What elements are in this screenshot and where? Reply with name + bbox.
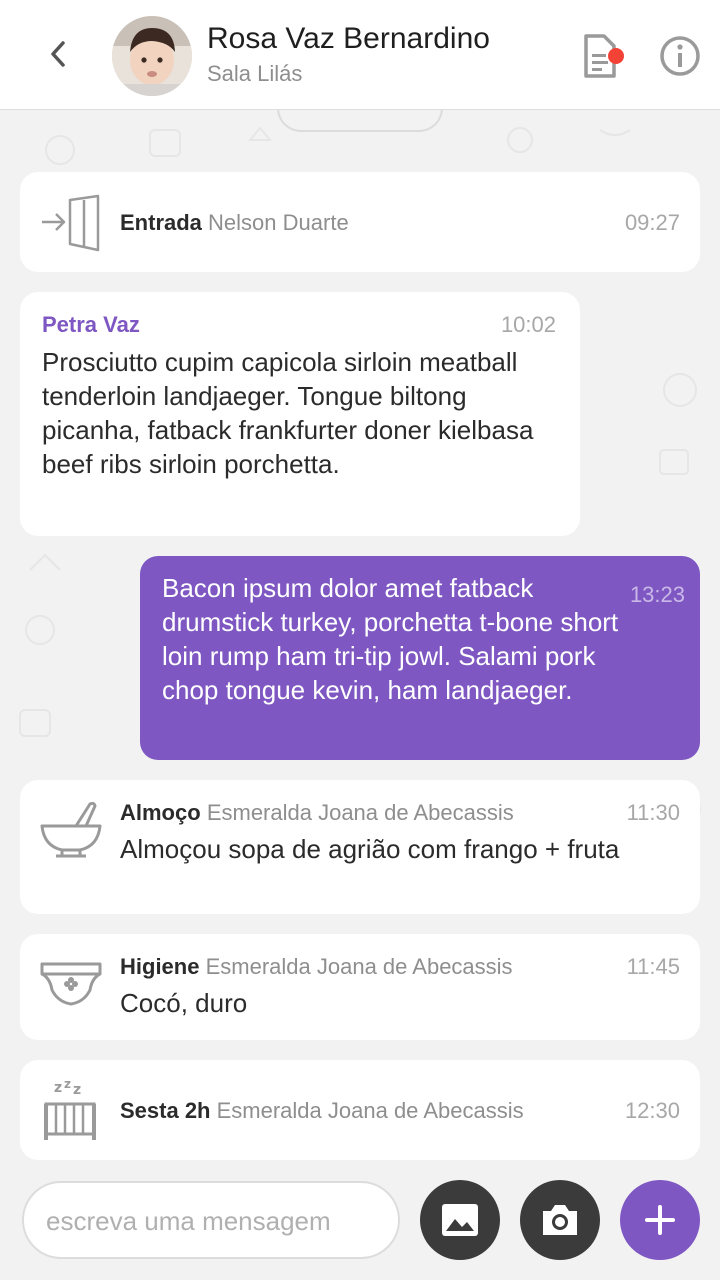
message-input[interactable] xyxy=(46,1203,386,1239)
plus-icon xyxy=(645,1205,675,1235)
svg-text:z: z xyxy=(54,1080,62,1096)
event-sesta[interactable]: z z z Sesta 2h Esmeralda Joana de Abecas… xyxy=(20,1060,700,1160)
event-description: Cocó, duro xyxy=(120,988,248,1018)
camera-icon xyxy=(543,1205,577,1235)
document-icon xyxy=(584,34,624,78)
svg-text:z: z xyxy=(64,1078,71,1091)
incoming-message[interactable]: Petra Vaz 10:02 Prosciutto cupim capicol… xyxy=(20,292,580,536)
event-higiene[interactable]: Higiene Esmeralda Joana de Abecassis 11:… xyxy=(20,934,700,1040)
crib-sleep-icon: z z z xyxy=(44,1078,96,1140)
outgoing-message[interactable]: Bacon ipsum dolor amet fatback drumstick… xyxy=(140,556,700,760)
add-button[interactable] xyxy=(620,1180,700,1260)
message-sender: Petra Vaz xyxy=(42,312,140,337)
message-time: 10:02 xyxy=(500,312,556,337)
svg-text:z: z xyxy=(73,1082,81,1098)
event-time: 11:30 xyxy=(626,800,680,825)
event-author: Esmeralda Joana de Abecassis xyxy=(206,800,514,825)
reports-button[interactable] xyxy=(578,32,628,80)
child-name: Rosa Vaz Bernardino xyxy=(207,22,490,55)
event-type: Sesta 2h xyxy=(120,1098,211,1123)
image-icon xyxy=(442,1204,478,1236)
event-type: Entrada xyxy=(120,210,202,235)
event-almoco[interactable]: Almoço Esmeralda Joana de Abecassis 11:3… xyxy=(20,780,700,914)
avatar[interactable] xyxy=(112,16,192,96)
camera-button[interactable] xyxy=(520,1180,600,1260)
door-enter-icon xyxy=(42,194,100,252)
pull-down-handle[interactable] xyxy=(277,108,443,132)
chevron-left-icon xyxy=(51,41,65,67)
event-author: Esmeralda Joana de Abecassis xyxy=(216,1098,524,1123)
event-time: 09:27 xyxy=(624,210,680,235)
event-time: 11:45 xyxy=(626,954,680,979)
child-photo xyxy=(112,16,192,96)
gallery-button[interactable] xyxy=(420,1180,500,1260)
event-time: 12:30 xyxy=(624,1098,680,1123)
event-description: Almoçou sopa de agrião com frango + frut… xyxy=(120,834,620,864)
event-author: Nelson Duarte xyxy=(208,210,349,235)
room-name: Sala Lilás xyxy=(207,61,303,86)
message-time: 13:23 xyxy=(629,582,685,607)
notification-dot xyxy=(608,48,624,64)
diaper-icon xyxy=(40,962,102,1006)
message-composer xyxy=(22,1181,400,1259)
event-type: Higiene xyxy=(120,954,200,979)
info-button[interactable] xyxy=(656,32,704,80)
back-button[interactable] xyxy=(38,34,78,74)
bowl-icon xyxy=(40,801,102,858)
message-text: Bacon ipsum dolor amet fatback drumstick… xyxy=(162,573,619,705)
event-author: Esmeralda Joana de Abecassis xyxy=(205,954,513,979)
message-text: Prosciutto cupim capicola sirloin meatba… xyxy=(42,347,534,479)
chat-header: Rosa Vaz Bernardino Sala Lilás xyxy=(0,0,720,110)
chat-thread[interactable]: Entrada Nelson Duarte 09:27 Petra Vaz 10… xyxy=(0,110,720,1170)
event-entrada[interactable]: Entrada Nelson Duarte 09:27 xyxy=(20,172,700,272)
info-icon xyxy=(660,36,700,76)
event-type: Almoço xyxy=(120,800,201,825)
